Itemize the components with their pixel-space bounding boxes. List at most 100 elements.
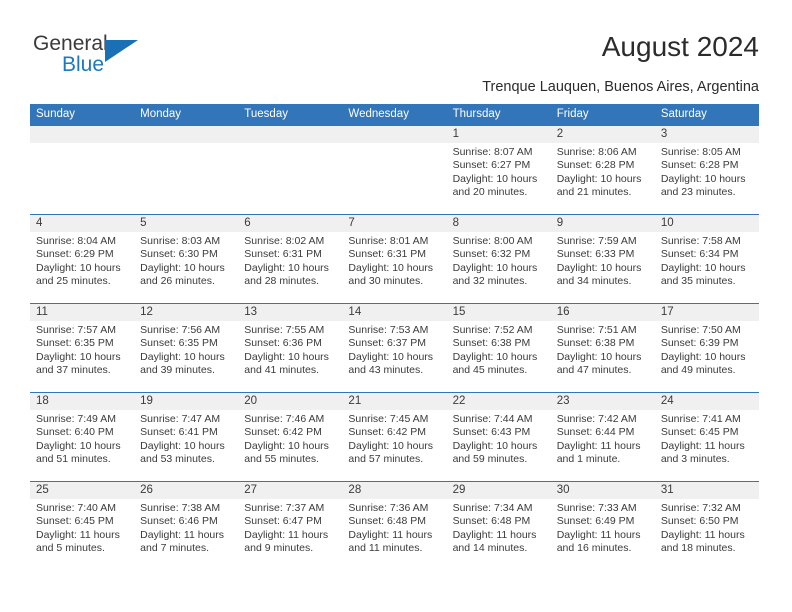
day-details: Sunrise: 8:07 AM Sunset: 6:27 PM Dayligh… <box>453 146 547 200</box>
day-number: 16 <box>556 306 570 318</box>
calendar-day-cell[interactable] <box>238 126 342 214</box>
day-number <box>140 126 234 143</box>
day-number: 10 <box>660 217 674 229</box>
calendar-day-cell[interactable]: 16 Sunrise: 7:51 AM Sunset: 6:38 PM Dayl… <box>551 304 655 392</box>
calendar-day-cell[interactable]: 29 Sunrise: 7:34 AM Sunset: 6:48 PM Dayl… <box>447 482 551 570</box>
sunrise-text: Sunrise: 7:33 AM <box>556 502 637 514</box>
sunset-text: Sunset: 6:42 PM <box>348 426 427 439</box>
daylight-text-line2: and 26 minutes. <box>140 275 215 288</box>
sunset-text: Sunset: 6:31 PM <box>244 248 322 261</box>
general-blue-logo[interactable]: General Blue <box>33 32 273 88</box>
day-number: 6 <box>244 217 251 229</box>
calendar-day-cell[interactable] <box>30 126 134 214</box>
sunrise-text: Sunrise: 7:55 AM <box>244 324 325 336</box>
calendar-day-cell[interactable]: 2 Sunrise: 8:06 AM Sunset: 6:28 PM Dayli… <box>551 126 655 214</box>
day-number: 21 <box>348 395 362 407</box>
sunset-text: Sunset: 6:34 PM <box>660 248 739 261</box>
calendar-day-cell[interactable]: 18 Sunrise: 7:49 AM Sunset: 6:40 PM Dayl… <box>30 393 134 481</box>
day-number: 8 <box>452 217 459 229</box>
daylight-text-line2: and 34 minutes. <box>556 275 632 288</box>
calendar-day-cell[interactable]: 17 Sunrise: 7:50 AM Sunset: 6:39 PM Dayl… <box>655 304 759 392</box>
sunset-text: Sunset: 6:36 PM <box>244 337 322 350</box>
daylight-text-line2: and 18 minutes. <box>660 542 736 555</box>
calendar-day-cell[interactable]: 3 Sunrise: 8:05 AM Sunset: 6:28 PM Dayli… <box>655 126 759 214</box>
calendar-day-cell[interactable]: 10 Sunrise: 7:58 AM Sunset: 6:34 PM Dayl… <box>655 215 759 303</box>
calendar-day-cell[interactable]: 4 Sunrise: 8:04 AM Sunset: 6:29 PM Dayli… <box>30 215 134 303</box>
daylight-text-line2: and 49 minutes. <box>660 364 736 377</box>
daylight-text-line1: Daylight: 10 hours <box>244 439 329 452</box>
sunrise-text: Sunrise: 7:41 AM <box>660 413 741 425</box>
day-details: Sunrise: 7:51 AM Sunset: 6:38 PM Dayligh… <box>557 324 651 378</box>
calendar-day-cell[interactable]: 25 Sunrise: 7:40 AM Sunset: 6:45 PM Dayl… <box>30 482 134 570</box>
daylight-text-line1: Daylight: 11 hours <box>244 528 329 541</box>
day-number: 17 <box>660 306 674 318</box>
sunset-text: Sunset: 6:45 PM <box>36 515 114 528</box>
daylight-text-line2: and 1 minute. <box>556 453 621 466</box>
calendar-day-cell[interactable]: 12 Sunrise: 7:56 AM Sunset: 6:35 PM Dayl… <box>134 304 238 392</box>
calendar-day-cell[interactable]: 24 Sunrise: 7:41 AM Sunset: 6:45 PM Dayl… <box>655 393 759 481</box>
calendar-day-cell[interactable]: 19 Sunrise: 7:47 AM Sunset: 6:41 PM Dayl… <box>134 393 238 481</box>
calendar-day-cell[interactable]: 15 Sunrise: 7:52 AM Sunset: 6:38 PM Dayl… <box>447 304 551 392</box>
calendar-day-cell[interactable]: 31 Sunrise: 7:32 AM Sunset: 6:50 PM Dayl… <box>655 482 759 570</box>
daylight-text-line2: and 28 minutes. <box>244 275 319 288</box>
weekday-wednesday: Wednesday <box>348 108 409 120</box>
calendar-day-cell[interactable]: 5 Sunrise: 8:03 AM Sunset: 6:30 PM Dayli… <box>134 215 238 303</box>
daylight-text-line2: and 9 minutes. <box>244 542 314 555</box>
calendar-day-cell[interactable] <box>342 126 446 214</box>
daylight-text-line2: and 21 minutes. <box>556 186 632 199</box>
daylight-text-line2: and 59 minutes. <box>452 453 528 466</box>
sunrise-text: Sunrise: 7:40 AM <box>36 502 116 514</box>
daylight-text-line1: Daylight: 10 hours <box>348 350 434 363</box>
calendar-day-cell[interactable]: 6 Sunrise: 8:02 AM Sunset: 6:31 PM Dayli… <box>238 215 342 303</box>
day-number: 24 <box>660 395 674 407</box>
sunset-text: Sunset: 6:35 PM <box>140 337 218 350</box>
daylight-text-line2: and 55 minutes. <box>244 453 319 466</box>
daylight-text-line2: and 3 minutes. <box>660 453 730 466</box>
calendar-day-cell[interactable]: 8 Sunrise: 8:00 AM Sunset: 6:32 PM Dayli… <box>447 215 551 303</box>
day-number: 22 <box>452 395 466 407</box>
calendar-day-cell[interactable]: 1 Sunrise: 8:07 AM Sunset: 6:27 PM Dayli… <box>447 126 551 214</box>
daylight-text-line1: Daylight: 10 hours <box>244 350 329 363</box>
daylight-text-line1: Daylight: 11 hours <box>140 528 224 541</box>
daylight-text-line1: Daylight: 10 hours <box>140 439 225 452</box>
calendar-day-cell[interactable]: 22 Sunrise: 7:44 AM Sunset: 6:43 PM Dayl… <box>447 393 551 481</box>
sunset-text: Sunset: 6:39 PM <box>660 337 739 350</box>
sunset-text: Sunset: 6:43 PM <box>452 426 531 439</box>
sunrise-text: Sunrise: 7:58 AM <box>660 235 741 247</box>
calendar-day-cell[interactable]: 26 Sunrise: 7:38 AM Sunset: 6:46 PM Dayl… <box>134 482 238 570</box>
day-number: 31 <box>660 484 674 496</box>
day-number: 30 <box>556 484 570 496</box>
daylight-text-line1: Daylight: 11 hours <box>660 528 745 541</box>
sunset-text: Sunset: 6:50 PM <box>660 515 739 528</box>
calendar-page: General Blue August 2024 Trenque Lauquen… <box>0 0 792 612</box>
sunrise-text: Sunrise: 7:46 AM <box>244 413 325 425</box>
daylight-text-line1: Daylight: 10 hours <box>660 172 746 185</box>
calendar-day-cell[interactable]: 27 Sunrise: 7:37 AM Sunset: 6:47 PM Dayl… <box>238 482 342 570</box>
daylight-text-line1: Daylight: 10 hours <box>36 439 121 452</box>
calendar-day-cell[interactable] <box>134 126 238 214</box>
daylight-text-line2: and 30 minutes. <box>348 275 424 288</box>
calendar-day-cell[interactable]: 21 Sunrise: 7:45 AM Sunset: 6:42 PM Dayl… <box>342 393 446 481</box>
calendar-day-cell[interactable]: 11 Sunrise: 7:57 AM Sunset: 6:35 PM Dayl… <box>30 304 134 392</box>
sunset-text: Sunset: 6:49 PM <box>556 515 635 528</box>
calendar-day-cell[interactable]: 13 Sunrise: 7:55 AM Sunset: 6:36 PM Dayl… <box>238 304 342 392</box>
sunset-text: Sunset: 6:46 PM <box>140 515 218 528</box>
calendar-day-cell[interactable]: 23 Sunrise: 7:42 AM Sunset: 6:44 PM Dayl… <box>551 393 655 481</box>
sunrise-text: Sunrise: 7:50 AM <box>660 324 741 336</box>
calendar-day-cell[interactable]: 9 Sunrise: 7:59 AM Sunset: 6:33 PM Dayli… <box>551 215 655 303</box>
sunrise-text: Sunrise: 8:05 AM <box>660 146 741 158</box>
calendar-day-cell[interactable]: 30 Sunrise: 7:33 AM Sunset: 6:49 PM Dayl… <box>551 482 655 570</box>
calendar-day-cell[interactable]: 14 Sunrise: 7:53 AM Sunset: 6:37 PM Dayl… <box>342 304 446 392</box>
day-number: 18 <box>36 395 49 407</box>
calendar-day-cell[interactable]: 28 Sunrise: 7:36 AM Sunset: 6:48 PM Dayl… <box>342 482 446 570</box>
weekday-sunday: Sunday <box>36 108 76 120</box>
daylight-text-line2: and 39 minutes. <box>140 364 215 377</box>
sunrise-text: Sunrise: 7:32 AM <box>660 502 741 514</box>
calendar-day-cell[interactable]: 20 Sunrise: 7:46 AM Sunset: 6:42 PM Dayl… <box>238 393 342 481</box>
day-number: 7 <box>348 217 355 229</box>
day-details: Sunrise: 7:44 AM Sunset: 6:43 PM Dayligh… <box>453 413 547 467</box>
daylight-text-line2: and 20 minutes. <box>452 186 528 199</box>
daylight-text-line2: and 41 minutes. <box>244 364 319 377</box>
calendar-day-cell[interactable]: 7 Sunrise: 8:01 AM Sunset: 6:31 PM Dayli… <box>342 215 446 303</box>
daylight-text-line1: Daylight: 10 hours <box>140 261 225 274</box>
